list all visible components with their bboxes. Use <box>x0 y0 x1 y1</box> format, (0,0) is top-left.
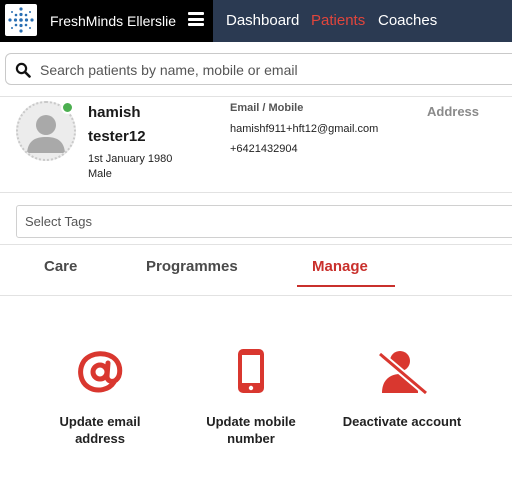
brand-logo[interactable] <box>5 4 37 36</box>
nav-dashboard[interactable]: Dashboard <box>226 12 299 30</box>
dots-logo-icon <box>8 7 34 33</box>
deactivate-user-icon <box>377 351 429 396</box>
active-tab-indicator <box>297 285 395 287</box>
update-mobile-label: Update mobile number <box>206 414 296 446</box>
tab-programmes[interactable]: Programmes <box>146 257 238 277</box>
nav-patients[interactable]: Patients <box>311 12 365 30</box>
patient-email: hamishf911+hft12@gmail.com <box>230 123 379 135</box>
patient-search-bar <box>5 53 512 85</box>
divider <box>0 295 512 296</box>
search-input[interactable] <box>40 59 510 81</box>
divider <box>0 244 512 245</box>
patient-first-name: hamish <box>88 104 141 121</box>
update-email-label: Update email address <box>59 414 141 446</box>
divider <box>0 96 512 97</box>
brand-area: FreshMinds Ellerslie <box>0 0 213 42</box>
patient-last-name: tester12 <box>88 128 146 145</box>
email-mobile-label: Email / Mobile <box>230 102 304 114</box>
nav-coaches[interactable]: Coaches <box>378 12 437 30</box>
mobile-phone-icon <box>238 349 264 393</box>
brand-name: FreshMinds Ellerslie <box>50 13 177 29</box>
hamburger-menu-icon[interactable] <box>188 12 204 26</box>
top-navigation-bar: FreshMinds Ellerslie Dashboard Patients … <box>0 0 512 42</box>
patient-dob: 1st January 1980 <box>88 153 173 165</box>
patient-mobile: +6421432904 <box>230 143 298 155</box>
select-tags-dropdown[interactable]: Select Tags <box>16 205 512 238</box>
address-label: Address <box>427 104 480 119</box>
select-tags-placeholder: Select Tags <box>25 214 92 229</box>
at-icon <box>78 351 123 393</box>
search-icon <box>15 62 31 78</box>
tab-care[interactable]: Care <box>44 257 77 277</box>
patient-gender: Male <box>88 168 112 180</box>
online-status-dot <box>61 101 74 114</box>
deactivate-account-label: Deactivate account <box>342 414 462 429</box>
divider <box>0 192 512 193</box>
tab-manage[interactable]: Manage <box>312 257 368 277</box>
